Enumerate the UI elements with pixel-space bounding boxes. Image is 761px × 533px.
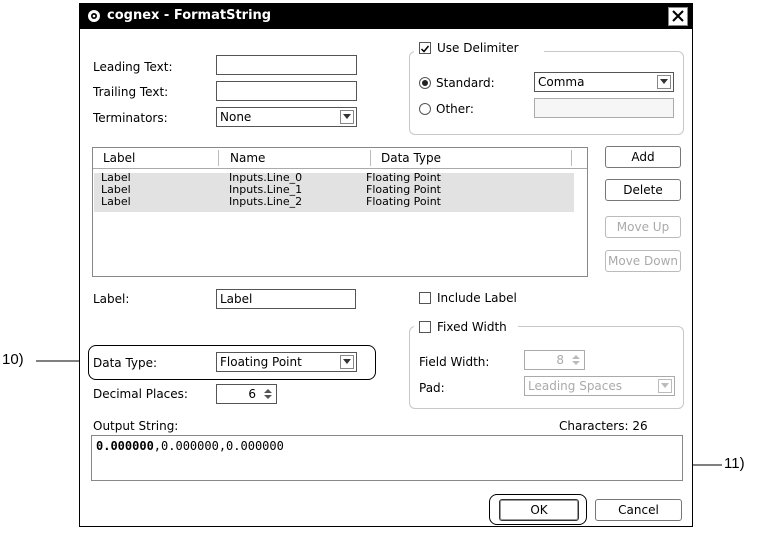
chevron-down-icon[interactable] [657, 75, 671, 89]
output-string-box[interactable]: 0.000000,0.000000,0.000000 [91, 435, 683, 481]
decimal-places-value: 6 [248, 387, 256, 401]
fields-table[interactable]: Label Name Data Type Label Inputs.Line_0… [92, 147, 588, 277]
data-type-value: Floating Point [220, 355, 302, 369]
title-bar[interactable]: cognex - FormatString [80, 4, 692, 29]
terminators-value: None [220, 110, 252, 124]
spinner-arrows-icon[interactable] [262, 387, 274, 401]
standard-radio[interactable] [419, 77, 431, 89]
include-label-checkbox[interactable] [419, 292, 431, 304]
column-header-label[interactable]: Label [103, 151, 135, 165]
pad-value: Leading Spaces [528, 379, 623, 393]
delete-button[interactable]: Delete [605, 179, 681, 201]
terminators-label: Terminators: [93, 111, 168, 125]
characters-count: Characters: 26 [559, 419, 648, 433]
chevron-down-icon[interactable] [340, 110, 354, 124]
decimal-places-spinner[interactable]: 6 [216, 384, 277, 404]
pad-label: Pad: [419, 381, 445, 395]
delimiter-group [409, 51, 684, 135]
close-icon [672, 10, 684, 22]
field-width-label: Field Width: [419, 355, 490, 369]
trailing-text-input[interactable] [216, 81, 357, 101]
use-delimiter-label: Use Delimiter [437, 41, 519, 55]
window-title: cognex - FormatString [107, 8, 272, 23]
leading-text-input[interactable] [216, 55, 357, 75]
label-field-label: Label: [93, 292, 130, 306]
field-width-spinner[interactable]: 8 [524, 350, 585, 370]
output-first-value: 0.000000 [96, 439, 154, 453]
chevron-down-icon[interactable] [658, 379, 672, 393]
pad-select[interactable]: Leading Spaces [524, 376, 675, 396]
fixed-width-checkbox[interactable] [419, 321, 431, 333]
leading-text-label: Leading Text: [93, 60, 173, 74]
data-type-label: Data Type: [93, 356, 158, 370]
add-button[interactable]: Add [605, 146, 681, 168]
column-header-data-type[interactable]: Data Type [381, 151, 441, 165]
table-row[interactable]: Label Inputs.Line_1 Floating Point [94, 184, 574, 197]
table-row[interactable]: Label Inputs.Line_0 Floating Point [94, 172, 574, 185]
cognex-app-icon [88, 10, 100, 22]
field-width-value: 8 [556, 353, 564, 367]
move-up-button[interactable]: Move Up [605, 216, 681, 238]
chevron-down-icon[interactable] [340, 355, 354, 369]
output-string-label: Output String: [93, 419, 179, 433]
standard-delimiter-select[interactable]: Comma [534, 72, 674, 92]
decimal-places-label: Decimal Places: [93, 387, 188, 401]
data-type-select[interactable]: Floating Point [216, 352, 357, 372]
cancel-button[interactable]: Cancel [595, 499, 682, 521]
other-delimiter-input[interactable] [534, 98, 674, 118]
standard-label: Standard: [436, 76, 495, 90]
spinner-arrows-icon[interactable] [570, 353, 582, 367]
checkmark-icon [420, 45, 430, 53]
format-string-dialog: cognex - FormatString Leading Text: Trai… [79, 3, 693, 527]
fixed-width-label: Fixed Width [437, 320, 507, 334]
standard-delimiter-value: Comma [538, 75, 585, 89]
table-header: Label Name Data Type [93, 148, 587, 169]
close-button[interactable] [668, 7, 688, 26]
include-label-label: Include Label [437, 291, 517, 305]
other-label: Other: [436, 102, 474, 116]
output-remaining-values: ,0.000000,0.000000 [153, 439, 284, 453]
label-input[interactable]: Label [216, 289, 356, 309]
column-header-name[interactable]: Name [230, 151, 265, 165]
ok-button[interactable]: OK [499, 499, 579, 521]
table-row[interactable]: Label Inputs.Line_2 Floating Point [94, 196, 574, 212]
other-radio[interactable] [419, 103, 431, 115]
trailing-text-label: Trailing Text: [93, 85, 169, 99]
terminators-select[interactable]: None [216, 107, 357, 127]
use-delimiter-checkbox[interactable] [419, 42, 431, 54]
move-down-button[interactable]: Move Down [605, 250, 681, 272]
